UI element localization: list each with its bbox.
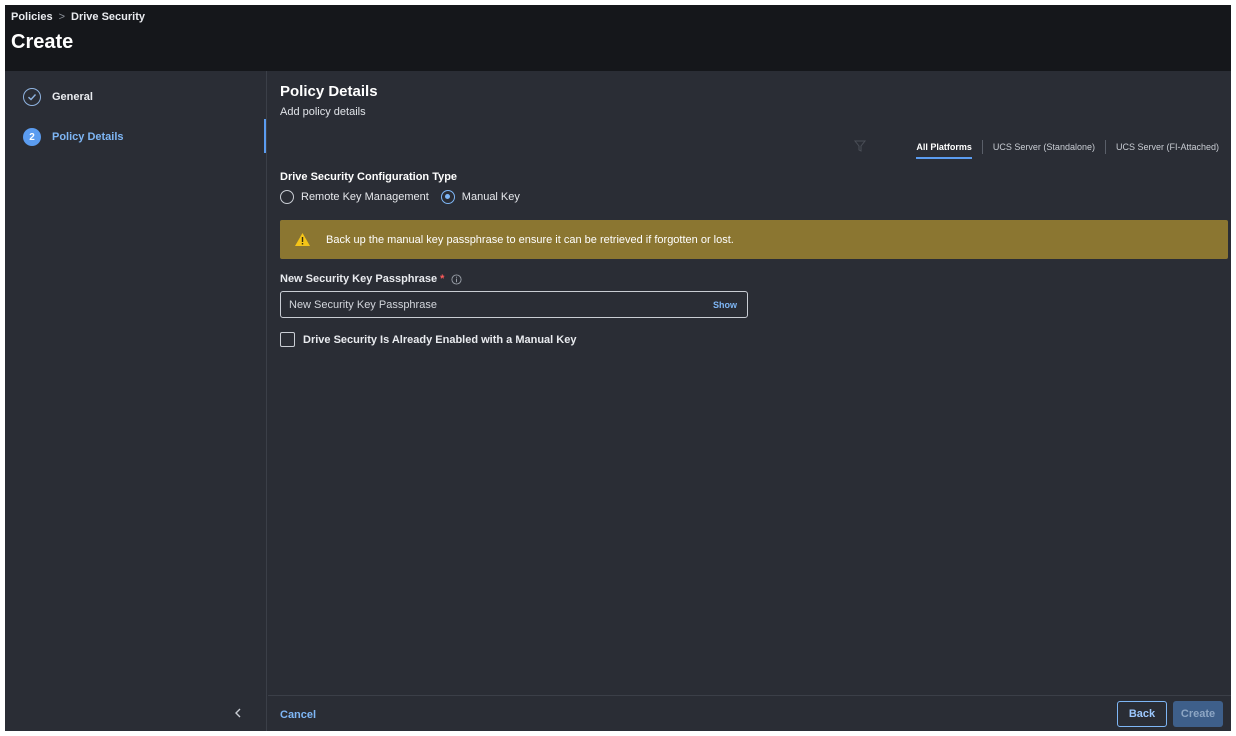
wizard-footer: Cancel Back Create — [268, 695, 1231, 731]
check-circle-icon — [23, 88, 41, 106]
section-subtitle: Add policy details — [280, 106, 366, 118]
show-passphrase-button[interactable]: Show — [703, 300, 747, 310]
breadcrumb-separator-icon: > — [58, 11, 66, 23]
back-button[interactable]: Back — [1117, 701, 1167, 727]
radio-remote-key-management[interactable]: Remote Key Management — [280, 190, 429, 204]
step-policy-details[interactable]: 2 Policy Details — [23, 128, 124, 146]
radio-button-selected[interactable] — [440, 190, 455, 204]
cancel-button[interactable]: Cancel — [280, 709, 316, 721]
config-type-radio-group: Remote Key Management Manual Key — [280, 190, 520, 204]
section-title: Policy Details — [280, 83, 378, 100]
passphrase-label: New Security Key Passphrase * — [280, 273, 462, 285]
step-policy-details-label: Policy Details — [52, 131, 124, 143]
config-type-label: Drive Security Configuration Type — [280, 171, 458, 183]
breadcrumb: Policies > Drive Security — [11, 11, 145, 23]
already-enabled-checkbox[interactable] — [280, 332, 295, 347]
radio-manual-key[interactable]: Manual Key — [440, 190, 520, 204]
policy-details-form: Policy Details Add policy details All Pl… — [268, 71, 1231, 731]
page-title: Create — [11, 31, 74, 53]
passphrase-label-text: New Security Key Passphrase — [280, 273, 438, 285]
chevron-left-icon — [235, 708, 241, 718]
radio-remote-key-management-label: Remote Key Management — [301, 191, 429, 203]
platform-tabs: All Platforms UCS Server (Standalone) UC… — [906, 139, 1229, 159]
warning-text: Back up the manual key passphrase to ens… — [326, 233, 734, 246]
step-general-label: General — [52, 91, 93, 103]
required-marker: * — [440, 273, 445, 285]
breadcrumb-policies-link[interactable]: Policies — [11, 11, 53, 23]
radio-button[interactable] — [280, 190, 294, 204]
passphrase-field: Show — [280, 291, 748, 318]
create-button[interactable]: Create — [1173, 701, 1223, 727]
radio-manual-key-label: Manual Key — [461, 191, 520, 203]
tab-ucs-server-standalone[interactable]: UCS Server (Standalone) — [983, 139, 1105, 155]
filter-icon[interactable] — [853, 139, 867, 153]
app-window: Policies > Drive Security Create General… — [5, 5, 1231, 731]
step-general[interactable]: General — [23, 88, 93, 106]
wizard-stepper: General 2 Policy Details — [5, 71, 267, 731]
breadcrumb-current: Drive Security — [71, 11, 145, 23]
passphrase-input[interactable] — [281, 292, 703, 317]
page-header: Policies > Drive Security Create — [5, 5, 1231, 71]
wizard-panel: General 2 Policy Details Policy Details … — [5, 71, 1231, 731]
warning-icon — [295, 233, 310, 246]
step-number-badge: 2 — [23, 128, 41, 146]
collapse-sidebar-button[interactable] — [230, 705, 246, 721]
info-icon[interactable] — [451, 273, 462, 285]
already-enabled-label: Drive Security Is Already Enabled with a… — [303, 333, 577, 346]
already-enabled-checkbox-row[interactable]: Drive Security Is Already Enabled with a… — [280, 332, 576, 347]
active-step-indicator — [264, 119, 266, 153]
tab-all-platforms[interactable]: All Platforms — [906, 139, 982, 159]
tab-ucs-server-fi-attached[interactable]: UCS Server (FI-Attached) — [1106, 139, 1229, 155]
warning-banner: Back up the manual key passphrase to ens… — [280, 220, 1228, 259]
